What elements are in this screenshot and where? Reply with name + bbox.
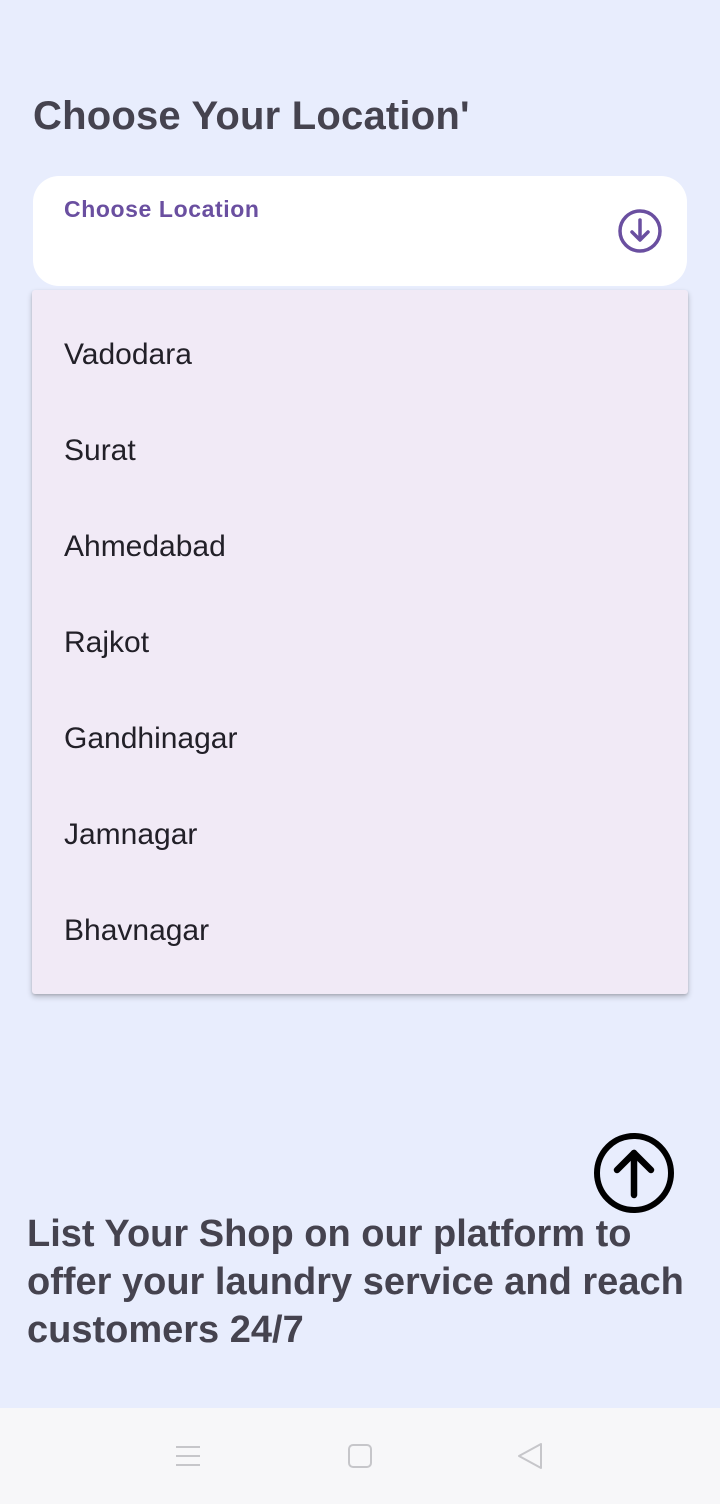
promo-text: List Your Shop on our platform to offer … [27,1213,684,1351]
menu-icon[interactable] [172,1440,204,1472]
location-option-rajkot[interactable]: Rajkot [32,595,688,691]
location-dropdown-menu: Vadodara Surat Ahmedabad Rajkot Gandhina… [32,290,688,994]
location-option-bhavnagar[interactable]: Bhavnagar [32,883,688,979]
location-option-jamnagar[interactable]: Jamnagar [32,787,688,883]
page-title: Choose Your Location' [33,94,470,138]
location-option-vadodara[interactable]: Vadodara [32,307,688,403]
arrow-up-circle-icon[interactable] [593,1132,675,1214]
location-select-label: Choose Location [64,196,260,222]
location-option-gandhinagar[interactable]: Gandhinagar [32,691,688,787]
arrow-down-circle-icon[interactable] [617,208,663,254]
location-select[interactable]: Choose Location [33,176,687,286]
location-option-surat[interactable]: Surat [32,403,688,499]
back-icon[interactable] [514,1440,546,1472]
location-option-ahmedabad[interactable]: Ahmedabad [32,499,688,595]
home-icon[interactable] [344,1440,376,1472]
system-navigation-bar [0,1408,720,1504]
